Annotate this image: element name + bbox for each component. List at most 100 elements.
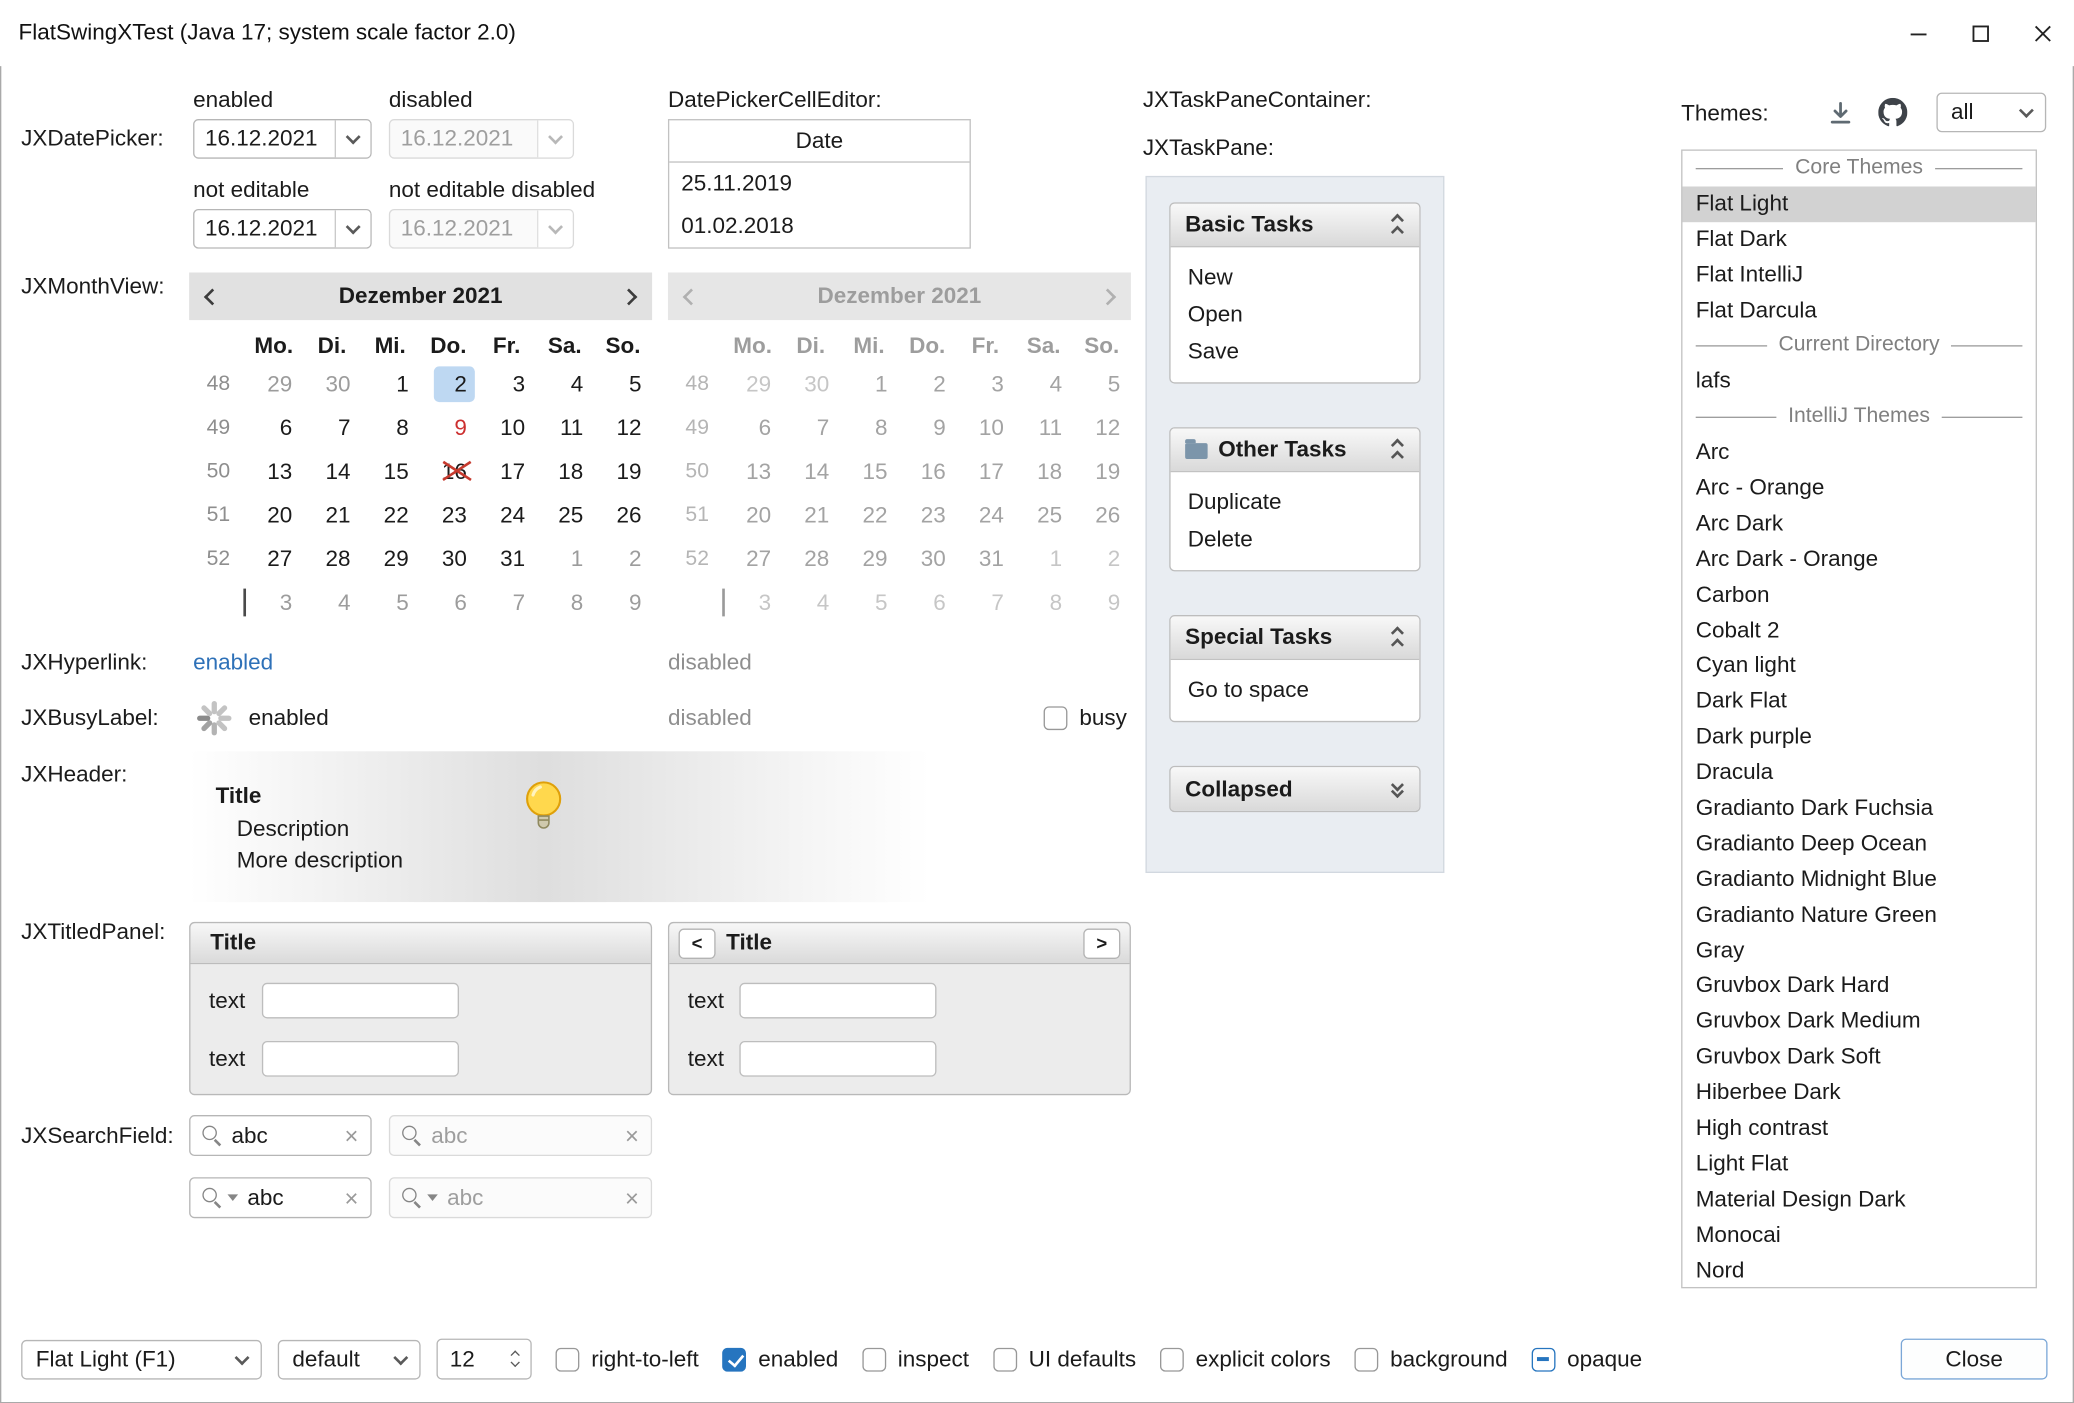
checkbox-box[interactable] (1044, 706, 1068, 730)
calendar-day[interactable]: 1 (361, 362, 419, 406)
calendar-day[interactable]: 28 (303, 537, 361, 581)
search-menu-chevron-icon[interactable] (228, 1194, 239, 1201)
calendar-day[interactable]: 29 (361, 537, 419, 581)
calendar-day[interactable]: 18 (536, 450, 594, 494)
theme-list-item[interactable]: Material Design Dark (1682, 1182, 2035, 1218)
calendar-day[interactable]: 22 (361, 493, 419, 537)
theme-list-item[interactable]: Gradianto Midnight Blue (1682, 862, 2035, 898)
theme-list-item[interactable]: Arc Dark - Orange (1682, 542, 2035, 578)
theme-list-item[interactable]: High contrast (1682, 1111, 2035, 1147)
theme-list-item[interactable]: Arc - Orange (1682, 471, 2035, 507)
calendar-day[interactable]: 5 (361, 581, 419, 625)
task-link[interactable]: Go to space (1188, 677, 1402, 703)
theme-list-item[interactable]: Monocai (1682, 1218, 2035, 1254)
theme-list-item[interactable]: Flat IntelliJ (1682, 257, 2035, 293)
option-checkbox[interactable]: enabled (723, 1346, 839, 1372)
checkbox-box[interactable] (1160, 1347, 1184, 1371)
checkbox-box[interactable] (993, 1347, 1017, 1371)
calendar-day[interactable]: 11 (536, 406, 594, 450)
checkbox-box[interactable] (1354, 1347, 1378, 1371)
calendar-day[interactable]: 24 (477, 493, 535, 537)
clear-icon[interactable]: × (345, 1124, 359, 1148)
option-checkbox[interactable]: background (1354, 1346, 1507, 1372)
theme-list-item[interactable]: Hiberbee Dark (1682, 1076, 2035, 1112)
calendar-day[interactable]: 8 (536, 581, 594, 625)
theme-list-item[interactable]: Arc Dark (1682, 506, 2035, 542)
checkbox-box[interactable] (1531, 1347, 1555, 1371)
calendar-day[interactable]: 6 (419, 581, 477, 625)
calendar-day[interactable]: 7 (477, 581, 535, 625)
table-row[interactable]: 01.02.2018 (669, 205, 969, 247)
theme-list-item[interactable]: Gray (1682, 933, 2035, 969)
datepicker-dropdown-button[interactable] (335, 210, 371, 247)
calendar-day[interactable]: 14 (303, 450, 361, 494)
themes-filter-combo[interactable]: all (1936, 93, 2046, 133)
searchfield-enabled[interactable]: abc × (189, 1115, 372, 1156)
download-icon[interactable] (1827, 99, 1855, 127)
theme-list-item[interactable]: Gradianto Nature Green (1682, 898, 2035, 934)
titledpanel-next-button[interactable]: > (1083, 928, 1120, 958)
chevron-down-icon[interactable] (511, 1357, 520, 1366)
taskpane-header[interactable]: Other Tasks (1171, 429, 1420, 473)
clear-icon[interactable]: × (345, 1186, 359, 1210)
checkbox-box[interactable] (723, 1347, 747, 1371)
datepicker-dropdown-button[interactable] (335, 120, 371, 157)
theme-list-item[interactable]: Carbon (1682, 578, 2035, 614)
calendar-day[interactable]: 25 (536, 493, 594, 537)
hyperlink-enabled[interactable]: enabled (193, 649, 273, 675)
calendar-day[interactable]: 10 (477, 406, 535, 450)
calendar-day[interactable]: 29 (245, 362, 303, 406)
calendar-day[interactable]: 20 (245, 493, 303, 537)
spinner-buttons[interactable] (512, 1351, 519, 1367)
datepicker-noteditable[interactable]: 16.12.2021 (193, 209, 372, 249)
option-checkbox[interactable]: right-to-left (556, 1346, 699, 1372)
calendar-day[interactable]: 19 (594, 450, 652, 494)
text-input[interactable] (739, 1041, 936, 1077)
calendar-day[interactable]: 30 (419, 537, 477, 581)
busy-checkbox[interactable]: busy (1044, 705, 1127, 731)
text-input[interactable] (739, 983, 936, 1019)
task-link[interactable]: Delete (1188, 526, 1402, 552)
taskpane-header[interactable]: Basic Tasks (1171, 204, 1420, 248)
calendar-day[interactable]: 26 (594, 493, 652, 537)
next-month-button[interactable] (621, 288, 638, 305)
theme-list-item[interactable]: Flat Dark (1682, 222, 2035, 258)
calendar-day[interactable]: 9 (594, 581, 652, 625)
spinner-value[interactable]: 12 (450, 1346, 475, 1372)
option-checkbox[interactable]: UI defaults (993, 1346, 1136, 1372)
theme-list-item[interactable]: Nord (1682, 1253, 2035, 1288)
calendar-day[interactable]: 9 (419, 406, 477, 450)
calendar-day[interactable]: 17 (477, 450, 535, 494)
calendar-day[interactable]: 1 (536, 537, 594, 581)
theme-list-item[interactable]: Dark purple (1682, 720, 2035, 756)
theme-list-item[interactable]: Gradianto Dark Fuchsia (1682, 791, 2035, 827)
theme-list-item[interactable]: Flat Darcula (1682, 293, 2035, 329)
titledpanel-prev-button[interactable]: < (679, 928, 716, 958)
datepicker-enabled[interactable]: 16.12.2021 (193, 119, 372, 159)
calendar-day[interactable]: 2 (594, 537, 652, 581)
calendar-day[interactable]: 4 (536, 362, 594, 406)
close-button[interactable]: Close (1901, 1339, 2048, 1380)
calendar-day[interactable]: 31 (477, 537, 535, 581)
theme-list-item[interactable]: Cobalt 2 (1682, 613, 2035, 649)
calendar-day[interactable]: 30 (303, 362, 361, 406)
taskpane-header[interactable]: Collapsed (1171, 767, 1420, 811)
maximize-button[interactable] (1950, 0, 2012, 66)
calendar-day[interactable]: 3 (477, 362, 535, 406)
calendar-day[interactable]: 3 (245, 581, 303, 625)
calendar-day[interactable]: 23 (419, 493, 477, 537)
calendar-day[interactable]: 21 (303, 493, 361, 537)
datepicker-value[interactable]: 16.12.2021 (194, 126, 334, 152)
text-input[interactable] (262, 1041, 459, 1077)
theme-list-item[interactable]: lafs (1682, 364, 2035, 400)
calendar-day[interactable]: 7 (303, 406, 361, 450)
theme-list-item[interactable]: Light Flat (1682, 1147, 2035, 1183)
calendar-day[interactable]: 27 (245, 537, 303, 581)
option-checkbox[interactable]: inspect (862, 1346, 969, 1372)
search-input[interactable]: abc (247, 1184, 335, 1210)
table-row[interactable]: 25.11.2019 (669, 163, 969, 205)
calendar-day[interactable]: 12 (594, 406, 652, 450)
calendar-day[interactable]: 2 (419, 362, 477, 406)
theme-list-item[interactable]: Flat Light (1682, 186, 2035, 222)
calendar-day[interactable]: 5 (594, 362, 652, 406)
